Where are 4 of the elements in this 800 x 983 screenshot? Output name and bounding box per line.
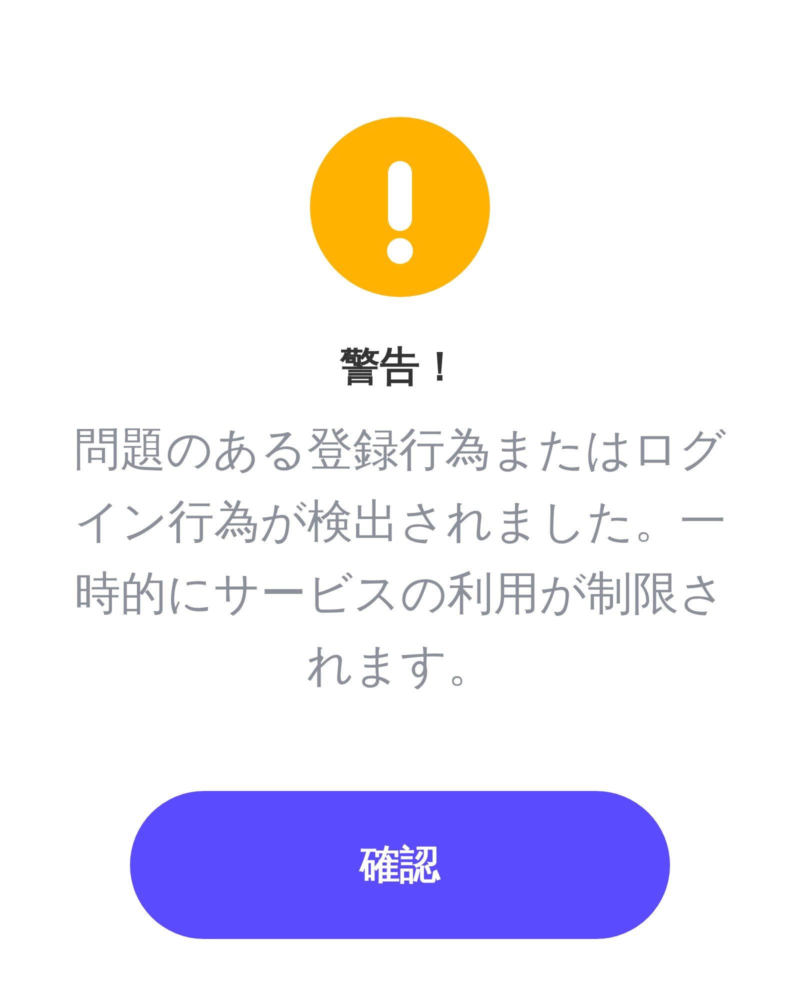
confirm-button[interactable]: 確認 [130, 791, 670, 939]
dialog-title: 警告！ [340, 343, 460, 392]
dialog-message: 問題のある登録行為またはログイン行為が検出されました。一時的にサービスの利用が制限されます。 [73, 421, 727, 694]
warning-icon [310, 117, 490, 297]
